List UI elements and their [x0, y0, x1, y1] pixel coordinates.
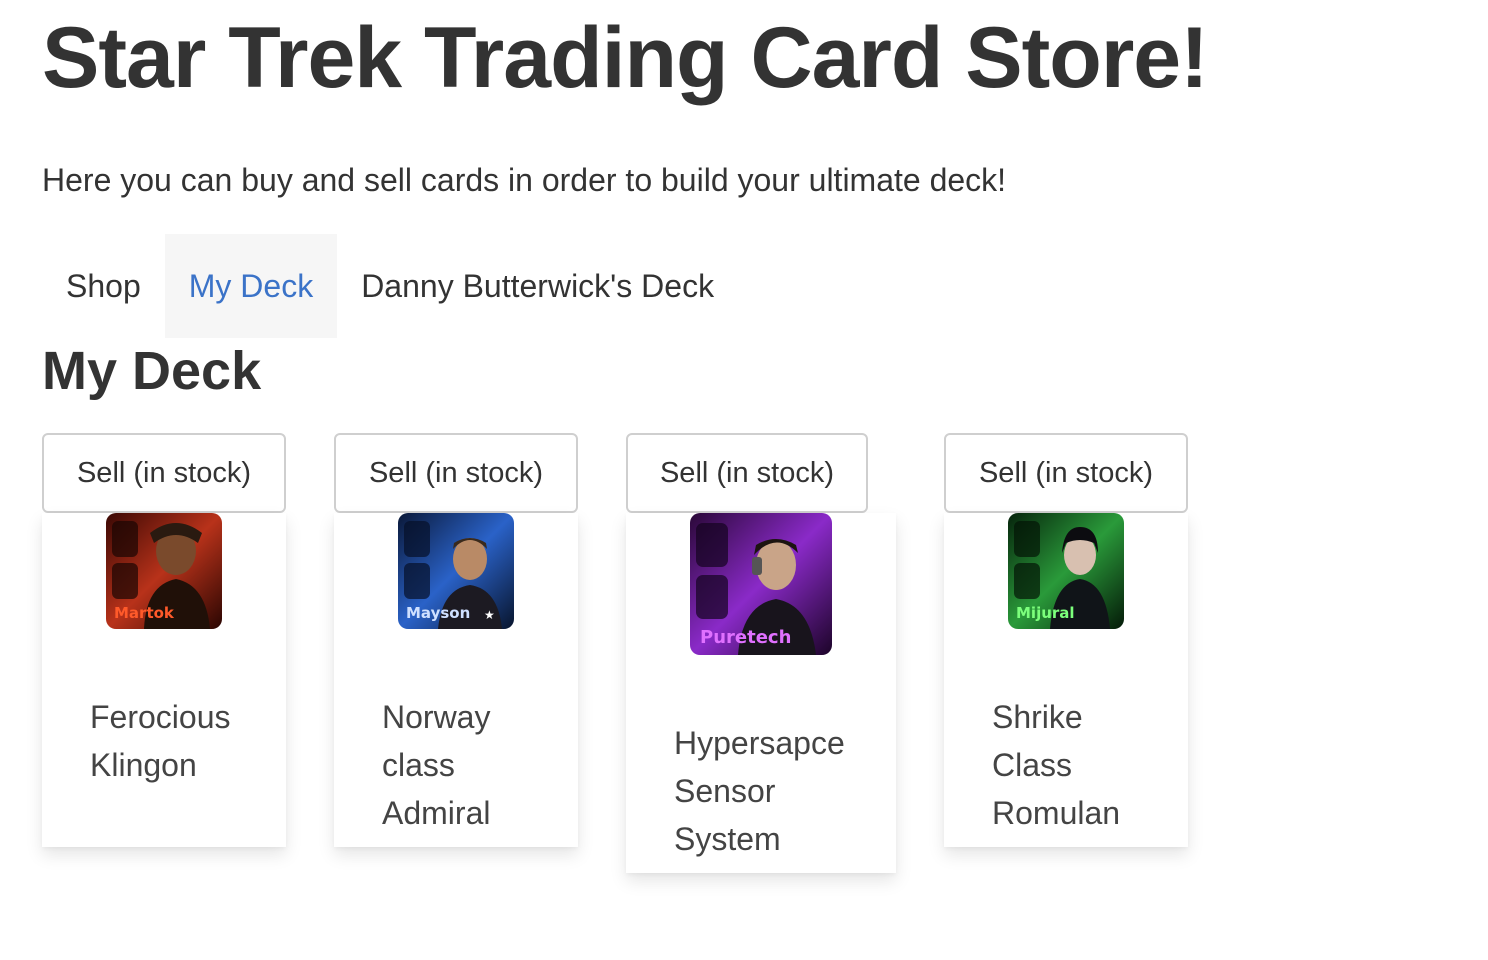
card-image: Mayson ★ [398, 513, 514, 629]
card-body: Mayson ★ Norway class Admiral [334, 513, 578, 847]
card-body: Martok Ferocious Klingon [42, 513, 286, 847]
card-name: Shrike Class Romulan [992, 699, 1121, 831]
tab-shop[interactable]: Shop [42, 234, 165, 338]
romulan-portrait-icon: Mijural [1008, 513, 1124, 629]
card-image-caption: Mayson [406, 604, 470, 622]
card-image-caption: Puretech [700, 627, 791, 648]
tab-danny-butterwick-deck[interactable]: Danny Butterwick's Deck [337, 234, 738, 338]
card-name: Ferocious Klingon [90, 699, 231, 783]
card-body: Puretech Hypersapce Sensor System [626, 513, 896, 873]
admiral-portrait-icon: Mayson ★ [398, 513, 514, 629]
card-body: Mijural Shrike Class Romulan [944, 513, 1188, 847]
card-name: Norway class Admiral [382, 699, 491, 831]
card-name: Hypersapce Sensor System [674, 725, 845, 857]
sell-button[interactable]: Sell (in stock) [626, 433, 868, 513]
sell-button[interactable]: Sell (in stock) [944, 433, 1188, 513]
deck-tabs: Shop My Deck Danny Butterwick's Deck [42, 234, 738, 338]
card-image: Puretech [690, 513, 832, 655]
klingon-portrait-icon: Martok [106, 513, 222, 629]
card-image-caption: Martok [114, 604, 175, 622]
card-item: Sell (in stock) Puretech Hypersapce Sens… [626, 433, 896, 873]
card-item: Sell (in stock) Mayson ★ Norway class Ad… [334, 433, 578, 847]
sell-button[interactable]: Sell (in stock) [334, 433, 578, 513]
card-item: Sell (in stock) Martok Ferocious Klingon [42, 433, 286, 847]
tab-my-deck[interactable]: My Deck [164, 234, 338, 338]
section-title: My Deck [42, 341, 262, 401]
card-image-caption: Mijural [1016, 604, 1075, 622]
star-icon: ★ [484, 608, 495, 622]
page-title: Star Trek Trading Card Store! [42, 10, 1209, 106]
intro-text: Here you can buy and sell cards in order… [42, 162, 1007, 198]
card-item: Sell (in stock) Mijural Shrike Class Rom… [944, 433, 1188, 847]
card-image: Martok [106, 513, 222, 629]
sell-button[interactable]: Sell (in stock) [42, 433, 286, 513]
sensor-portrait-icon: Puretech [690, 513, 832, 655]
card-image: Mijural [1008, 513, 1124, 629]
